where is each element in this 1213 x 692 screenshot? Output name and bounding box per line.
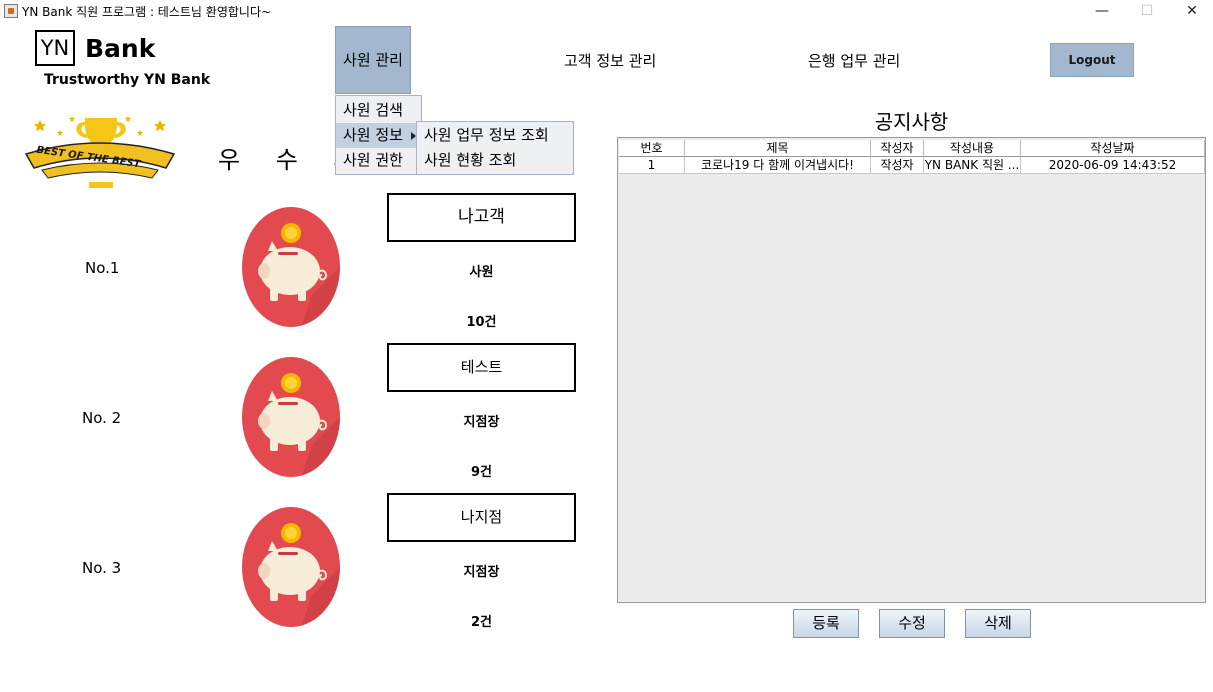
add-notice-button[interactable]: 등록 bbox=[793, 609, 859, 638]
rank-label-1: No.1 bbox=[85, 259, 120, 277]
logo-tagline: Trustworthy YN Bank bbox=[44, 72, 211, 88]
column-header-date[interactable]: 작성날짜 bbox=[1021, 140, 1205, 157]
column-header-content[interactable]: 작성내용 bbox=[924, 140, 1021, 157]
nav-customer-info[interactable]: 고객 정보 관리 bbox=[564, 50, 656, 71]
close-button[interactable]: ✕ bbox=[1169, 0, 1213, 22]
notice-table[interactable]: 번호 제목 작성자 작성내용 작성날짜 1 코로나19 다 함께 이겨냅시다! … bbox=[617, 137, 1206, 603]
java-app-icon bbox=[4, 4, 18, 18]
piggy-bank-icon bbox=[242, 207, 340, 327]
logo-yn: YN bbox=[35, 30, 75, 66]
rank-count-3: 2건 bbox=[470, 615, 492, 630]
rank-name-1: 나고객 bbox=[387, 193, 576, 242]
menu-item-employee-info[interactable]: 사원 정보 bbox=[336, 123, 421, 148]
delete-notice-button[interactable]: 삭제 bbox=[965, 609, 1031, 638]
menu-item-employee-permission[interactable]: 사원 권한 bbox=[336, 148, 421, 173]
column-header-title[interactable]: 제목 bbox=[685, 140, 871, 157]
table-cell-content[interactable]: YN BANK 직원 ... bbox=[924, 157, 1021, 174]
maximize-button[interactable]: ☐ bbox=[1124, 0, 1170, 22]
notice-title: 공지사항 bbox=[874, 110, 949, 134]
logo-bank: Bank bbox=[85, 34, 156, 63]
menu-item-employee-info-label: 사원 정보 bbox=[343, 126, 403, 144]
rank-label-3: No. 3 bbox=[82, 559, 122, 577]
menu-item-employee-search[interactable]: 사원 검색 bbox=[336, 98, 421, 123]
employee-dropdown-menu: 사원 검색 사원 정보 사원 권한 bbox=[335, 95, 422, 175]
submenu-item-status[interactable]: 사원 현황 조회 bbox=[417, 148, 573, 173]
edit-notice-button[interactable]: 수정 bbox=[879, 609, 945, 638]
rank-count-2: 9건 bbox=[470, 465, 492, 480]
employee-info-submenu: 사원 업무 정보 조회 사원 현황 조회 bbox=[416, 121, 574, 175]
nav-employee-management[interactable]: 사원 관리 bbox=[335, 26, 411, 94]
table-cell-title[interactable]: 코로나19 다 함께 이겨냅시다! bbox=[685, 157, 871, 174]
column-header-number[interactable]: 번호 bbox=[619, 140, 685, 157]
table-cell-author[interactable]: 작성자 bbox=[871, 157, 924, 174]
window-title: YN Bank 직원 프로그램 : 테스트님 환영합니다~ bbox=[22, 5, 272, 19]
table-cell-date[interactable]: 2020-06-09 14:43:52 bbox=[1021, 157, 1205, 174]
nav-bank-work[interactable]: 은행 업무 관리 bbox=[808, 50, 900, 71]
piggy-bank-icon bbox=[242, 507, 340, 627]
minimize-button[interactable]: — bbox=[1079, 0, 1125, 22]
rank-role-2: 지점장 bbox=[463, 415, 500, 430]
table-cell-number[interactable]: 1 bbox=[619, 157, 685, 174]
column-header-author[interactable]: 작성자 bbox=[871, 140, 924, 157]
rank-role-3: 지점장 bbox=[463, 565, 500, 580]
submenu-item-work-info[interactable]: 사원 업무 정보 조회 bbox=[417, 123, 573, 148]
logout-button[interactable]: Logout bbox=[1050, 43, 1134, 77]
rank-role-1: 사원 bbox=[469, 265, 494, 280]
rank-label-2: No. 2 bbox=[82, 409, 122, 427]
rank-name-2: 테스트 bbox=[387, 343, 576, 392]
rank-name-3: 나지점 bbox=[387, 493, 576, 542]
rank-count-1: 10건 bbox=[466, 315, 497, 330]
piggy-bank-icon bbox=[242, 357, 340, 477]
